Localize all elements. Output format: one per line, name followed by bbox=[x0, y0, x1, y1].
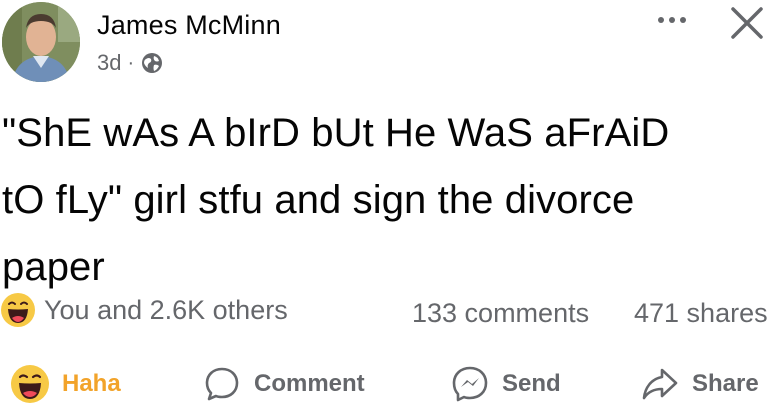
share-label: Share bbox=[692, 370, 759, 397]
share-icon bbox=[642, 368, 678, 400]
author-avatar[interactable] bbox=[2, 2, 80, 82]
reactions-summary[interactable]: You and 2.6K others bbox=[0, 292, 288, 328]
more-options-button[interactable] bbox=[652, 0, 692, 40]
post-meta: 3d · bbox=[97, 50, 164, 76]
ellipsis-icon bbox=[658, 17, 686, 23]
post-text: "ShE wAs A bIrD bUt He WaS aFrAiD tO fLy… bbox=[2, 111, 670, 289]
haha-emoji-icon bbox=[1, 293, 35, 327]
meta-separator: · bbox=[127, 51, 135, 74]
haha-button[interactable]: Haha bbox=[10, 360, 121, 408]
comment-icon bbox=[205, 367, 239, 401]
comment-button[interactable]: Comment bbox=[202, 360, 365, 408]
post-time[interactable]: 3d bbox=[97, 50, 121, 76]
messenger-icon bbox=[452, 366, 488, 402]
reactions-count: You and 2.6K others bbox=[44, 294, 288, 325]
haha-label: Haha bbox=[62, 370, 121, 397]
close-button[interactable] bbox=[722, 0, 772, 46]
globe-icon bbox=[142, 53, 163, 73]
send-button[interactable]: Send bbox=[450, 360, 561, 408]
profile-photo bbox=[2, 2, 80, 82]
close-icon bbox=[731, 7, 763, 39]
comments-count[interactable]: 133 comments bbox=[412, 298, 589, 329]
shares-count[interactable]: 471 shares bbox=[634, 298, 768, 329]
post-actions: Haha Comment Send Share bbox=[0, 360, 778, 408]
comment-label: Comment bbox=[254, 370, 365, 397]
post-stats: You and 2.6K others 133 comments 471 sha… bbox=[0, 292, 778, 336]
haha-emoji-icon bbox=[11, 365, 49, 403]
share-button[interactable]: Share bbox=[640, 360, 759, 408]
send-label: Send bbox=[502, 370, 561, 397]
author-name[interactable]: James McMinn bbox=[97, 10, 281, 41]
post-header: James McMinn 3d · bbox=[0, 0, 778, 90]
